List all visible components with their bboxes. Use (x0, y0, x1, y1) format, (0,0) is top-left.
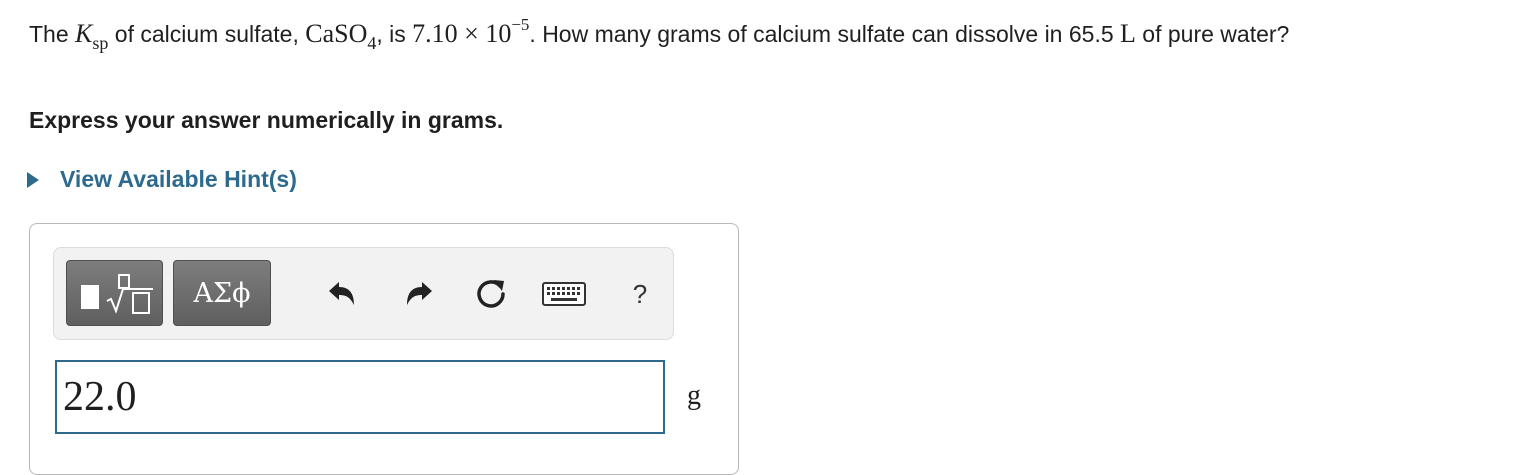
answer-unit: g (687, 380, 701, 411)
volume-unit: L (1120, 19, 1136, 48)
expand-arrow-icon (27, 171, 39, 188)
keyboard-button[interactable] (540, 274, 588, 314)
templates-button[interactable] (66, 260, 163, 326)
view-hints-label[interactable]: View Available Hint(s) (60, 166, 297, 193)
redo-icon (407, 282, 432, 305)
redo-button[interactable] (399, 274, 439, 314)
math-toolbar: ΑΣϕ ? (53, 247, 674, 340)
ksp-subscript: sp (92, 33, 109, 53)
answer-input[interactable] (55, 360, 665, 434)
answer-instruction: Express your answer numerically in grams… (29, 107, 504, 133)
answer-panel: ΑΣϕ ? 22.0 g (29, 223, 739, 475)
placeholder-box-icon (81, 285, 99, 309)
reset-button[interactable] (471, 274, 511, 314)
ksp-symbol: K (75, 19, 93, 48)
question-intro: The (29, 21, 76, 47)
sqrt-template-icon (106, 274, 153, 314)
view-hints-toggle[interactable]: View Available Hint(s) (27, 166, 297, 193)
undo-icon (329, 282, 354, 305)
help-button[interactable]: ? (620, 274, 660, 314)
question-part5: of pure water? (1135, 21, 1290, 47)
formula-subscript: 4 (367, 33, 377, 53)
ksp-value: 7.10 × 10 (412, 19, 512, 48)
ksp-exponent: −5 (511, 15, 530, 34)
question-part3: , is (376, 21, 413, 47)
formula-main: CaSO (305, 19, 368, 48)
question-part2: of calcium sulfate, (108, 21, 306, 47)
undo-button[interactable] (322, 274, 362, 314)
keyboard-icon (542, 282, 586, 306)
reset-icon (477, 280, 505, 308)
question-part4: . How many grams of calcium sulfate can … (529, 21, 1121, 47)
question-text: The Ksp of calcium sulfate, CaSO4, is 7.… (29, 15, 1489, 55)
greek-symbols-button[interactable]: ΑΣϕ (173, 260, 271, 326)
